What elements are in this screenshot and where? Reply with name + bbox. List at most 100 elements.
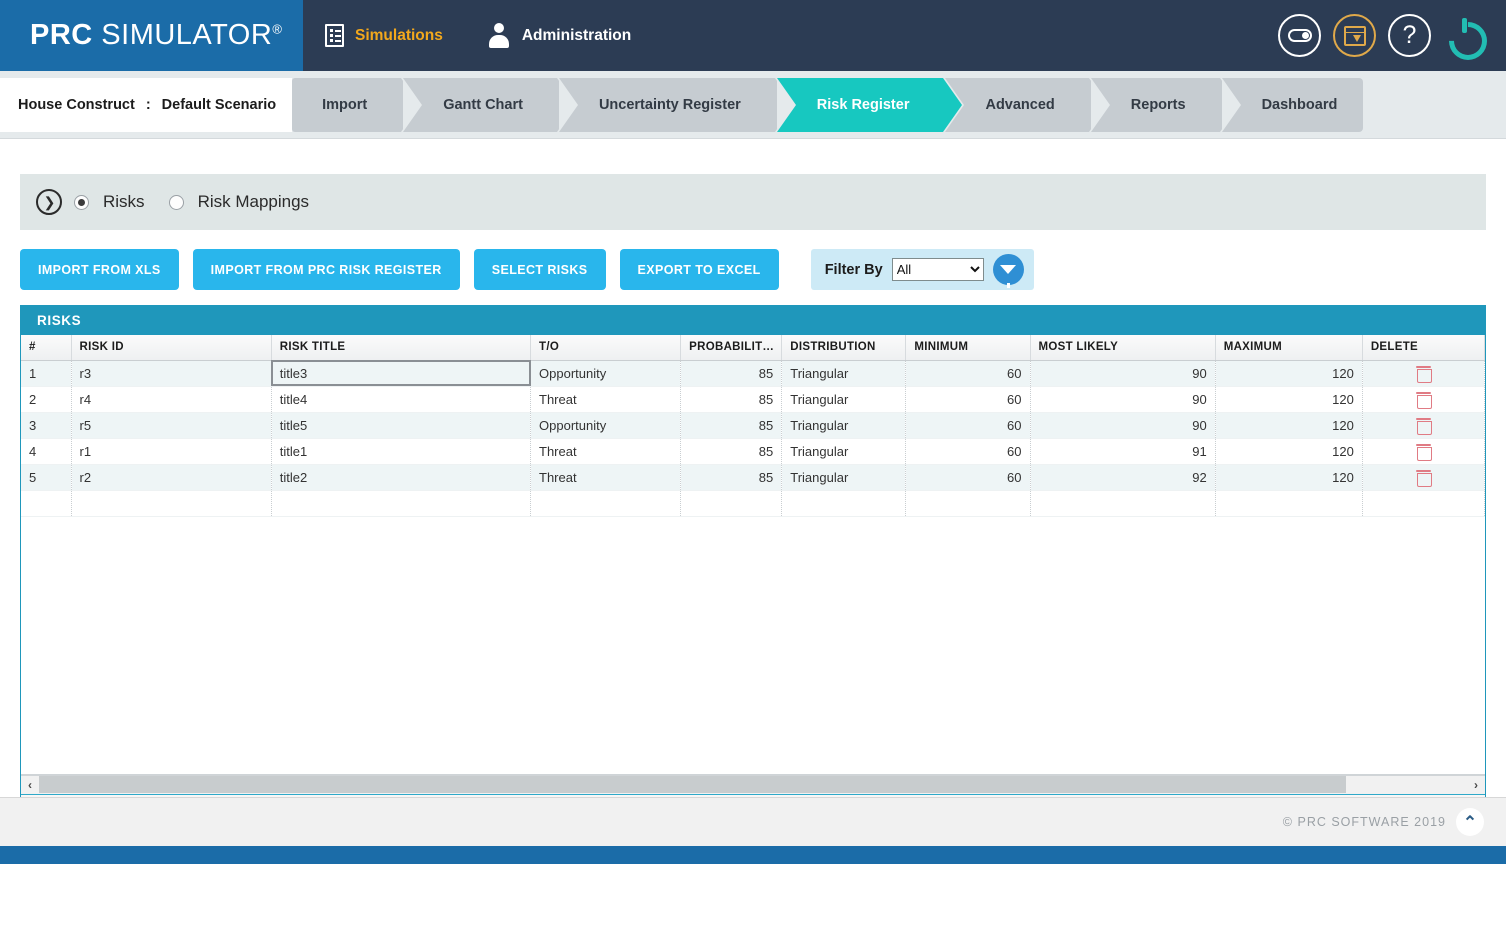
cell-maximum[interactable]: 120	[1215, 360, 1363, 387]
cell-minimum[interactable]: 60	[905, 464, 1031, 491]
nav-item-administration[interactable]: Administration	[465, 0, 653, 71]
scroll-to-top-button[interactable]: ⌃	[1456, 808, 1484, 836]
horizontal-scrollbar[interactable]: ‹ ›	[21, 774, 1485, 794]
cell-risk-title[interactable]: title1	[271, 438, 532, 465]
cell-most-likely[interactable]: 90	[1030, 386, 1216, 413]
cell-probability[interactable]: 85	[680, 412, 783, 439]
document-list-icon	[325, 24, 344, 47]
cell-minimum[interactable]: 60	[905, 360, 1031, 387]
apply-filter-button[interactable]	[992, 254, 1024, 288]
import-from-xls-button[interactable]: IMPORT FROM XLS	[20, 249, 179, 290]
tab-dashboard[interactable]: Dashboard	[1221, 77, 1364, 132]
radio-risk-mappings-indicator[interactable]	[168, 194, 184, 210]
cell-probability[interactable]: 85	[680, 386, 783, 413]
cell-delete[interactable]	[1362, 464, 1486, 491]
cell-minimum[interactable]: 60	[905, 438, 1031, 465]
cell-delete[interactable]	[1362, 386, 1486, 413]
scroll-right-arrow[interactable]: ›	[1467, 776, 1485, 794]
nav-item-simulations[interactable]: Simulations	[303, 0, 465, 71]
cell-risk-title[interactable]: title4	[271, 386, 532, 413]
cell-most-likely[interactable]: 90	[1030, 412, 1216, 439]
cell-to[interactable]: Threat	[530, 438, 682, 465]
cell-distribution[interactable]: Triangular	[781, 386, 907, 413]
cell-probability[interactable]: 85	[680, 360, 783, 387]
cell-to[interactable]: Opportunity	[530, 360, 682, 387]
trash-icon[interactable]	[1415, 443, 1432, 461]
cell-distribution[interactable]: Triangular	[781, 438, 907, 465]
col-header-distribution[interactable]: DISTRIBUTION	[781, 335, 907, 361]
cell-minimum[interactable]: 60	[905, 386, 1031, 413]
cell-distribution[interactable]: Triangular	[781, 412, 907, 439]
cell-to[interactable]: Opportunity	[530, 412, 682, 439]
cell-risk-id[interactable]: r5	[71, 412, 272, 439]
cell-probability[interactable]: 85	[680, 438, 783, 465]
tab-uncertainty-register[interactable]: Uncertainty Register	[558, 77, 794, 132]
export-to-excel-button[interactable]: EXPORT TO EXCEL	[619, 249, 779, 290]
scroll-left-arrow[interactable]: ‹	[21, 776, 39, 794]
power-button[interactable]	[1443, 14, 1486, 57]
tab-reports[interactable]: Reports	[1090, 77, 1239, 132]
scrollbar-thumb[interactable]	[39, 776, 1346, 793]
cell-delete[interactable]	[1362, 360, 1486, 387]
table-row[interactable]: 4 r1 title1 Threat 85 Triangular 60 91 1…	[21, 438, 1486, 465]
table-row-empty[interactable]	[21, 490, 1486, 517]
collapse-panel-icon[interactable]: ❯	[36, 189, 62, 215]
trash-icon[interactable]	[1415, 391, 1432, 409]
tab-import[interactable]: Import	[292, 77, 421, 132]
tab-gantt-chart[interactable]: Gantt Chart	[403, 77, 576, 132]
table-row[interactable]: 3 r5 title5 Opportunity 85 Triangular 60…	[21, 412, 1486, 439]
col-header-maximum[interactable]: MAXIMUM	[1215, 335, 1363, 361]
cell-risk-title[interactable]: title3	[271, 360, 532, 387]
cell-risk-title[interactable]: title5	[271, 412, 532, 439]
col-header-to[interactable]: T/O	[530, 335, 682, 361]
tab-risk-register[interactable]: Risk Register	[776, 77, 963, 132]
cell-delete[interactable]	[1362, 438, 1486, 465]
filter-by-select[interactable]: All	[891, 258, 984, 281]
table-row[interactable]: 2 r4 title4 Threat 85 Triangular 60 90 1…	[21, 386, 1486, 413]
cell-most-likely[interactable]: 91	[1030, 438, 1216, 465]
help-icon: ?	[1402, 21, 1417, 49]
col-header-most-likely[interactable]: MOST LIKELY	[1030, 335, 1216, 361]
scrollbar-track[interactable]	[39, 776, 1467, 793]
select-risks-button[interactable]: SELECT RISKS	[473, 249, 606, 290]
trash-icon[interactable]	[1415, 417, 1432, 435]
col-header-delete[interactable]: DELETE	[1362, 335, 1486, 361]
save-window-button[interactable]	[1333, 14, 1376, 57]
trash-icon[interactable]	[1415, 469, 1432, 487]
cell-most-likely[interactable]: 92	[1030, 464, 1216, 491]
cell-risk-id[interactable]: r1	[71, 438, 272, 465]
col-header-number[interactable]: #	[21, 335, 72, 361]
radio-risks-indicator[interactable]	[74, 194, 89, 210]
trash-icon[interactable]	[1415, 365, 1432, 383]
col-header-probability[interactable]: PROBABILIT…	[680, 335, 783, 361]
tab-advanced[interactable]: Advanced	[945, 77, 1109, 132]
cell-maximum[interactable]: 120	[1215, 412, 1363, 439]
cell-risk-title[interactable]: title2	[271, 464, 532, 491]
cell-risk-id[interactable]: r3	[71, 360, 272, 387]
cell-distribution[interactable]: Triangular	[781, 464, 907, 491]
cell-maximum[interactable]: 120	[1215, 438, 1363, 465]
cell-distribution[interactable]: Triangular	[781, 360, 907, 387]
radio-option-risks[interactable]: Risks	[74, 192, 145, 212]
cell-number: 4	[21, 438, 72, 465]
radio-option-risk-mappings[interactable]: Risk Mappings	[168, 192, 309, 212]
import-from-prc-risk-register-button[interactable]: IMPORT FROM PRC RISK REGISTER	[192, 249, 460, 290]
col-header-minimum[interactable]: MINIMUM	[905, 335, 1031, 361]
cell-minimum[interactable]: 60	[905, 412, 1031, 439]
cell-maximum[interactable]: 120	[1215, 386, 1363, 413]
toggle-switch-button[interactable]	[1278, 14, 1321, 57]
cell-most-likely[interactable]: 90	[1030, 360, 1216, 387]
cell-probability[interactable]: 85	[680, 464, 783, 491]
help-button[interactable]: ?	[1388, 14, 1431, 57]
cell-to[interactable]: Threat	[530, 386, 682, 413]
table-row[interactable]: 1 r3 title3 Opportunity 85 Triangular 60…	[21, 360, 1486, 387]
cell-risk-id[interactable]: r2	[71, 464, 272, 491]
table-row[interactable]: 5 r2 title2 Threat 85 Triangular 60 92 1…	[21, 464, 1486, 491]
app-logo[interactable]: PRC SIMULATOR®	[0, 0, 303, 71]
cell-delete[interactable]	[1362, 412, 1486, 439]
cell-to[interactable]: Threat	[530, 464, 682, 491]
col-header-risk-id[interactable]: RISK ID	[71, 335, 272, 361]
col-header-risk-title[interactable]: RISK TITLE	[271, 335, 532, 361]
cell-risk-id[interactable]: r4	[71, 386, 272, 413]
cell-maximum[interactable]: 120	[1215, 464, 1363, 491]
